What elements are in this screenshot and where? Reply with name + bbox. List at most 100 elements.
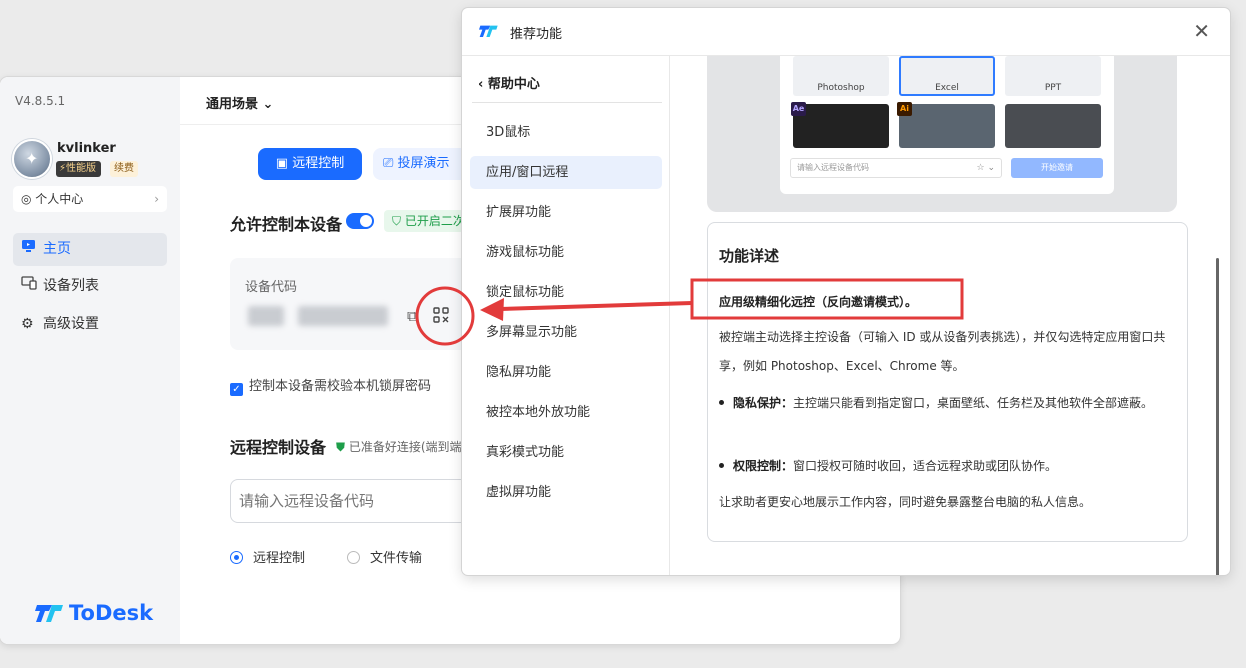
user-circle-icon: ◎ — [21, 192, 36, 206]
dialog-title: 推荐功能 — [510, 27, 563, 42]
allow-control-toggle[interactable] — [346, 213, 374, 229]
radio-unselected[interactable] — [347, 551, 360, 564]
sidebar-item-home[interactable]: 主页 — [13, 233, 167, 266]
help-item[interactable]: 游戏鼠标功能 — [470, 236, 662, 269]
sidebar-item-devices[interactable]: 设备列表 — [13, 270, 167, 303]
bullet-text: 窗口授权可随时收回，适合远程求助或团队协作。 — [793, 459, 1058, 473]
monitor-icon: ▣ — [275, 156, 293, 171]
sidebar-item-advanced[interactable]: ⚙ 高级设置 — [13, 308, 167, 341]
shield-icon: ⛉ — [392, 214, 405, 228]
detail-bullet-permission: 权限控制：窗口授权可随时收回，适合远程求助或团队协作。 — [719, 452, 1181, 481]
cast-icon: ⎚ — [383, 156, 398, 171]
feature-detail-panel: Photoshop Excel PPT Ae Ai 请输入远程设备代码 ☆ ⌄ 开… — [670, 56, 1230, 575]
device-code-blurred — [248, 306, 284, 326]
help-item[interactable]: 3D鼠标 — [470, 116, 662, 149]
tab-remote-control[interactable]: ▣ 远程控制 — [258, 148, 362, 180]
performance-badge: ⚡性能版 — [56, 161, 102, 177]
todesk-logo: ToDesk — [35, 601, 153, 625]
help-item[interactable]: 真彩模式功能 — [470, 436, 662, 469]
preview-tile-ai — [899, 104, 995, 148]
detail-title: 功能详述 — [719, 247, 780, 265]
recommended-features-dialog: 推荐功能 ✕ ‹ 帮助中心 3D鼠标应用/窗口远程 扩展屏功能游戏鼠标功能 锁定鼠标… — [462, 8, 1230, 575]
preview-input: 请输入远程设备代码 ☆ ⌄ — [790, 158, 1002, 178]
help-item[interactable]: 虚拟屏功能 — [470, 476, 662, 509]
preview-tile-label: Excel — [935, 83, 959, 93]
bullet-text: 主控端只能看到指定窗口，桌面壁纸、任务栏及其他软件全部遮蔽。 — [793, 396, 1154, 410]
sidebar: V4.8.5.1 ✦ kvlinker ⚡性能版 续费 ◎ 个人中心 › 主页 … — [0, 77, 180, 644]
bullet-dot — [719, 463, 724, 468]
detail-closing: 让求助者更安心地展示工作内容，同时避免暴露整台电脑的私人信息。 — [719, 495, 1092, 509]
version-label: V4.8.5.1 — [15, 94, 66, 108]
illustrator-icon: Ai — [897, 102, 912, 116]
sidebar-item-label: 高级设置 — [43, 316, 99, 332]
todesk-logo-icon — [35, 605, 63, 622]
home-icon — [21, 233, 43, 266]
chevron-left-icon: ‹ — [478, 77, 488, 92]
bullet-label: 权限控制： — [733, 459, 794, 473]
tab-screen-cast[interactable]: ⎚ 投屏演示 — [373, 148, 473, 180]
help-item[interactable]: 被控本地外放功能 — [470, 396, 662, 429]
lock-password-checkbox-row[interactable]: ✓ 控制本设备需校验本机锁屏密码 — [230, 375, 431, 396]
dialog-header: 推荐功能 ✕ — [462, 8, 1230, 56]
sidebar-item-label: 主页 — [43, 241, 71, 257]
status-text: 已准备好连接(端到端加密) — [348, 440, 466, 454]
help-item[interactable]: 多屏幕显示功能 — [470, 316, 662, 349]
preview-tile-label: PPT — [1044, 83, 1062, 93]
close-icon[interactable]: ✕ — [1193, 19, 1210, 43]
renew-badge[interactable]: 续费 — [110, 161, 138, 177]
allow-control-title: 允许控制本设备 — [230, 215, 343, 234]
detail-paragraph: 被控端主动选择主控设备（可输入 ID 或从设备列表挑选），并仅勾选特定应用窗口共… — [719, 330, 1166, 373]
help-item[interactable]: 隐私屏功能 — [470, 356, 662, 389]
connection-status: ⛊ 已准备好连接(端到端加密) — [336, 438, 466, 455]
chevron-right-icon: › — [154, 192, 159, 206]
copy-icon[interactable]: ⧉ — [407, 307, 418, 325]
status-text: 已开启二次验证 — [404, 214, 464, 228]
radio-file-transfer[interactable]: 文件传输 — [347, 547, 422, 566]
sidebar-item-label: 设备列表 — [43, 278, 99, 294]
radio-selected[interactable] — [230, 551, 243, 564]
remote-device-code-input[interactable] — [230, 479, 470, 523]
help-item[interactable]: 扩展屏功能 — [470, 196, 662, 229]
after-effects-icon: Ae — [791, 102, 806, 116]
todesk-logo-icon — [479, 25, 498, 37]
detail-bullet-privacy: 隐私保护：主控端只能看到指定窗口，桌面壁纸、任务栏及其他软件全部遮蔽。 — [719, 389, 1181, 418]
radio-label: 文件传输 — [370, 551, 423, 566]
scene-dropdown[interactable]: 通用场景 ⌄ — [206, 93, 273, 112]
username: kvlinker — [57, 141, 116, 156]
scrollbar[interactable] — [1216, 258, 1219, 575]
feature-preview-image: Photoshop Excel PPT Ae Ai 请输入远程设备代码 ☆ ⌄ 开… — [707, 56, 1177, 212]
radio-label: 远程控制 — [253, 551, 306, 566]
checkbox-checked[interactable]: ✓ — [230, 383, 243, 396]
preview-input-placeholder: 请输入远程设备代码 — [797, 163, 869, 172]
device-code-blurred — [298, 306, 388, 326]
radio-remote-control[interactable]: 远程控制 — [230, 547, 305, 566]
tab-label: 投屏演示 — [397, 156, 450, 171]
personal-center-button[interactable]: ◎ 个人中心 › — [13, 186, 167, 212]
preview-tile-label: Photoshop — [817, 83, 865, 93]
device-code-card: 设备代码 ⧉ — [230, 258, 470, 350]
tab-label: 远程控制 — [292, 156, 345, 171]
detail-subtitle: 应用级精细化远控（反向邀请模式）。 — [719, 295, 918, 309]
checkbox-label: 控制本设备需校验本机锁屏密码 — [249, 379, 432, 394]
avatar-icon: ✦ — [25, 149, 39, 168]
divider — [472, 102, 662, 103]
avatar[interactable]: ✦ — [12, 139, 52, 179]
devices-icon — [21, 270, 43, 303]
help-item[interactable]: 锁定鼠标功能 — [470, 276, 662, 309]
help-center-back-button[interactable]: ‹ 帮助中心 — [478, 73, 540, 92]
help-item[interactable]: 应用/窗口远程 — [470, 156, 662, 189]
bullet-label: 隐私保护： — [733, 396, 794, 410]
preview-tile-ae — [793, 104, 889, 148]
remote-control-title: 远程控制设备 — [230, 438, 327, 457]
qr-code-icon[interactable] — [433, 307, 449, 327]
star-icon: ☆ ⌄ — [976, 163, 995, 173]
verification-status-badge: ⛉ 已开启二次验证 — [384, 210, 464, 232]
feature-detail-card: 功能详述 应用级精细化远控（反向邀请模式）。 被控端主动选择主控设备（可输入 I… — [707, 222, 1188, 542]
preview-window: Photoshop Excel PPT Ae Ai 请输入远程设备代码 ☆ ⌄ 开… — [780, 56, 1114, 194]
device-code-label: 设备代码 — [245, 280, 298, 295]
scene-label: 通用场景 — [206, 97, 259, 112]
chevron-down-icon: ⌄ — [262, 97, 274, 112]
brand-name: ToDesk — [69, 601, 154, 625]
shield-check-icon: ⛊ — [336, 440, 349, 454]
preview-invite-button: 开始邀请 — [1011, 158, 1103, 178]
